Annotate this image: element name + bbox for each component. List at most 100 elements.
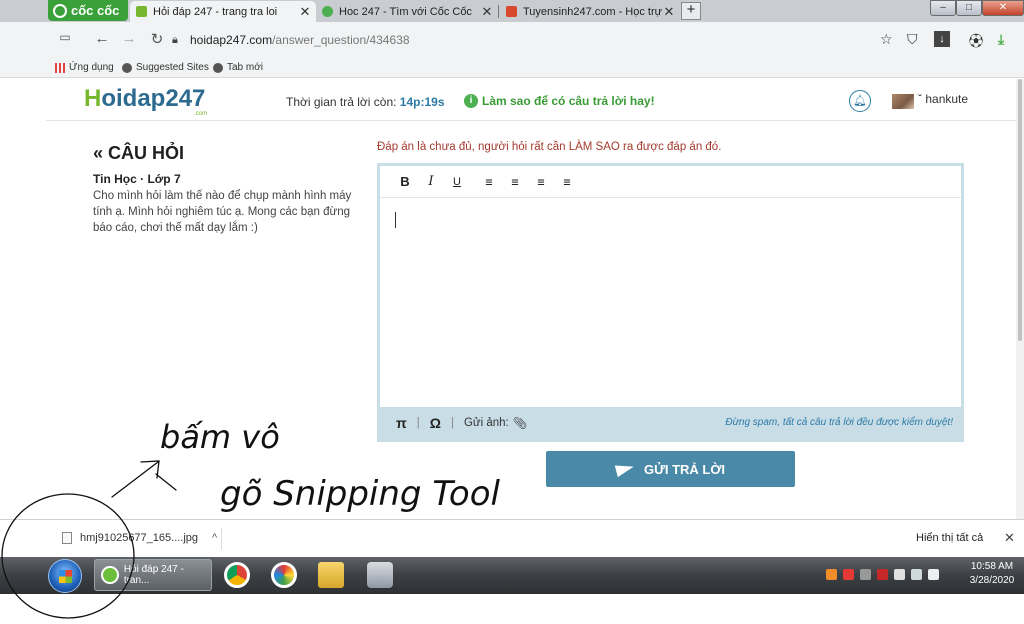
answer-notice: Đáp án là chưa đủ, người hỏi rất cần LÀM…: [377, 141, 722, 153]
taskbar-item-coccoc[interactable]: Hỏi đáp 247 - tran...: [94, 559, 212, 591]
howto-link[interactable]: i Làm sao để có câu trả lời hay!: [464, 94, 655, 108]
globe-icon: [213, 62, 223, 73]
chrome-app-icon[interactable]: [224, 562, 250, 588]
answer-timer: Thời gian trả lời còn: 14p:19s: [286, 95, 445, 109]
coccoc-favicon-icon: [322, 6, 333, 17]
bookmark-label: Tab mới: [227, 62, 264, 73]
align-center-icon[interactable]: ≡: [502, 175, 528, 189]
submit-label: GỬI TRẢ LỜI: [643, 461, 726, 477]
text-caret: [395, 212, 396, 228]
avatar[interactable]: [892, 94, 914, 109]
handwriting-line-2: gõ Snipping Tool: [220, 474, 500, 514]
bookmark-star-icon[interactable]: ☆: [880, 31, 893, 48]
url-path: /answer_question/434638: [272, 33, 410, 47]
maximize-button[interactable]: □: [956, 0, 982, 16]
site-header: Hoidap247 .com Thời gian trả lời còn: 14…: [46, 79, 1024, 121]
close-download-bar-icon[interactable]: ✕: [1004, 530, 1015, 546]
tray-app-icon[interactable]: [826, 569, 837, 580]
browser-toolbar: ▭ ← → ↻ 🔒︎ hoidap247.com /answer_questio…: [0, 22, 1024, 58]
extension-icon[interactable]: ⚽︎: [969, 31, 983, 51]
submit-answer-button[interactable]: GỬI TRẢ LỜI: [546, 451, 795, 487]
align-left-icon[interactable]: ≡: [476, 175, 502, 189]
tray-antivirus-icon[interactable]: [877, 569, 888, 580]
footer-divider: |: [416, 417, 420, 429]
answer-textarea[interactable]: [380, 199, 961, 407]
volume-icon[interactable]: [928, 569, 939, 580]
logo-suffix: .com: [194, 111, 208, 117]
chevron-up-icon[interactable]: ^: [212, 532, 217, 544]
bookmark-suggested-sites[interactable]: Suggested Sites: [122, 62, 209, 73]
shield-icon[interactable]: ⛉: [907, 31, 918, 48]
file-explorer-icon[interactable]: [318, 562, 344, 588]
math-formula-button[interactable]: π: [396, 415, 407, 431]
handwriting-line-1: bấm vô: [160, 418, 280, 456]
hoidap247-logo[interactable]: Hoidap247 .com: [84, 85, 207, 117]
scrollbar-thumb[interactable]: [1018, 79, 1022, 341]
send-plane-icon: [614, 460, 636, 478]
arrow-annotation: [111, 460, 160, 498]
arrow-stroke: [155, 473, 177, 491]
logo-prefix: H: [84, 85, 102, 112]
tray-flag-icon[interactable]: [894, 569, 905, 580]
lock-icon: 🔒︎: [172, 33, 178, 46]
new-tab-button[interactable]: +: [681, 2, 701, 20]
tab-tuyensinh247[interactable]: Tuyensinh247.com - Học trực ✕: [500, 1, 680, 22]
bookmark-label: Ứng dụng: [69, 62, 114, 73]
align-right-icon[interactable]: ≡: [528, 175, 554, 189]
tab-close-icon[interactable]: ✕: [480, 4, 494, 20]
browser-app-icon[interactable]: [271, 562, 297, 588]
question-subject: Tin Học · Lớp 7: [93, 172, 181, 186]
reload-icon[interactable]: ↻: [147, 30, 167, 48]
sidebar-toggle-icon[interactable]: ▭: [55, 30, 75, 44]
network-icon[interactable]: [911, 569, 922, 580]
coccoc-label: cốc cốc: [71, 3, 120, 18]
download-bar: hmj91025677_165....jpg ^ Hiển thị tất cả…: [0, 519, 1024, 557]
notification-bell-icon[interactable]: 🔔︎: [849, 90, 871, 112]
tab-close-icon[interactable]: ✕: [298, 4, 312, 20]
start-button[interactable]: [48, 559, 82, 593]
timer-value: 14p:19s: [399, 95, 445, 109]
hoidap-favicon-icon: [136, 6, 147, 17]
download-arrow-icon[interactable]: ⤓: [998, 31, 1004, 48]
bookmark-apps[interactable]: Ứng dụng: [55, 62, 114, 73]
system-tray: [826, 569, 939, 580]
snipping-tool-icon[interactable]: [367, 562, 393, 588]
forward-arrow-icon[interactable]: →: [119, 30, 139, 47]
tuyensinh-favicon-icon: [506, 6, 517, 17]
download-divider: [221, 528, 222, 550]
download-manager-icon[interactable]: ↓: [934, 31, 950, 47]
footer-divider: |: [450, 417, 454, 429]
tray-app-icon[interactable]: [843, 569, 854, 580]
tab-separator: [498, 5, 499, 18]
show-all-downloads-button[interactable]: Hiển thị tất cả: [916, 532, 983, 544]
minimize-button[interactable]: –: [930, 0, 956, 16]
paperclip-icon[interactable]: 📎︎: [513, 416, 528, 430]
tab-hoidap247[interactable]: Hỏi đáp 247 - trang tra loi ✕: [130, 1, 316, 22]
tray-arrow-icon[interactable]: [860, 569, 871, 580]
coccoc-logo-icon: [53, 3, 67, 18]
answer-editor: B I U ≡ ≡ ≡ ≡ π | Ω | Gửi ảnh: 📎︎ Đừng s…: [377, 163, 964, 442]
user-menu[interactable]: ˇ hankute: [918, 92, 968, 106]
tab-title: Tuyensinh247.com - Học trực: [523, 5, 662, 18]
browser-tab-bar: cốc cốc Hỏi đáp 247 - trang tra loi ✕ Ho…: [0, 0, 1024, 22]
address-bar[interactable]: 🔒︎ hoidap247.com /answer_question/434638: [172, 27, 872, 53]
bookmarks-bar: Ứng dụng Suggested Sites Tab mới: [0, 58, 1024, 78]
clock-time: 10:58 AM: [970, 561, 1014, 572]
question-heading[interactable]: « CÂU HỎI: [93, 143, 184, 164]
bookmark-new-tab[interactable]: Tab mới: [213, 62, 263, 73]
bold-button[interactable]: B: [392, 174, 418, 189]
tab-close-icon[interactable]: ✕: [662, 4, 676, 20]
special-char-button[interactable]: Ω: [430, 415, 441, 431]
italic-button[interactable]: I: [418, 174, 444, 189]
coccoc-menu-button[interactable]: cốc cốc: [48, 0, 128, 21]
align-justify-icon[interactable]: ≡: [554, 175, 580, 189]
tab-title: Hỏi đáp 247 - trang tra loi: [153, 5, 278, 18]
tab-hoc247-search[interactable]: Hoc 247 - Tìm với Cốc Cốc ✕: [316, 1, 498, 22]
back-arrow-icon[interactable]: ←: [92, 30, 112, 47]
download-item[interactable]: hmj91025677_165....jpg ^: [62, 532, 217, 544]
taskbar-clock[interactable]: 10:58 AM 3/28/2020: [962, 560, 1022, 588]
close-window-button[interactable]: ✕: [982, 0, 1024, 16]
underline-button[interactable]: U: [444, 176, 470, 188]
page-scrollbar[interactable]: [1016, 79, 1024, 519]
apps-grid-icon: [55, 62, 65, 73]
